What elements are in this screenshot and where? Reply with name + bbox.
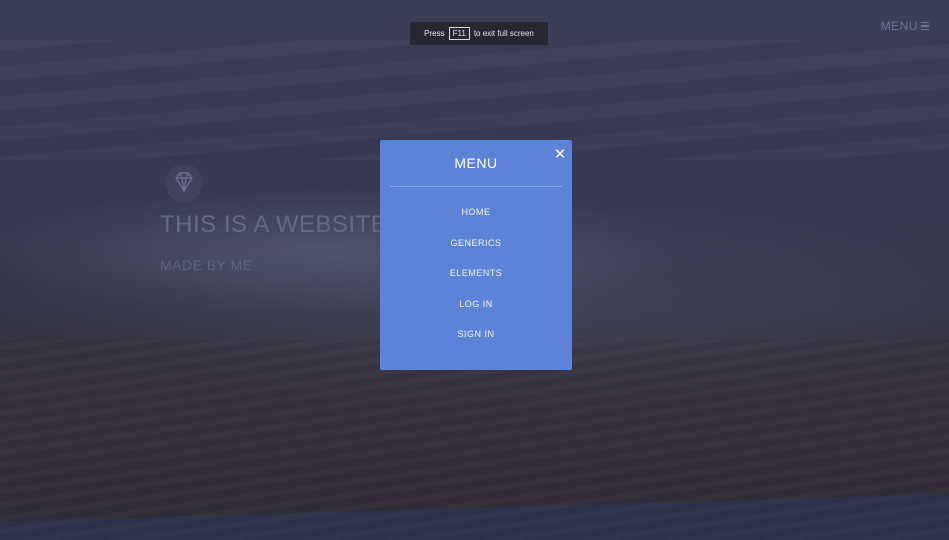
menu-trigger-label: MENU — [880, 19, 918, 33]
page-background: Press F11 to exit full screen MENU THIS … — [0, 0, 949, 540]
menu-list: HOME GENERICS ELEMENTS LOG IN SIGN IN — [380, 204, 572, 357]
menu-item-home[interactable]: HOME — [380, 204, 572, 235]
menu-title: MENU — [454, 155, 498, 171]
fullscreen-notice-suffix: to exit full screen — [473, 29, 534, 38]
diamond-icon — [162, 163, 206, 203]
close-icon[interactable]: ✕ — [553, 147, 567, 162]
menu-trigger-button[interactable]: MENU — [881, 19, 929, 33]
menu-item-log-in[interactable]: LOG IN — [380, 296, 572, 327]
hero-title: THIS IS A WEBSITE — [160, 211, 388, 238]
menu-item-elements[interactable]: ELEMENTS — [380, 265, 572, 296]
fullscreen-notice-prefix: Press — [424, 29, 445, 38]
bottom-band — [0, 494, 949, 540]
fullscreen-notice-key: F11 — [448, 27, 470, 40]
fullscreen-notice: Press F11 to exit full screen — [410, 22, 548, 45]
menu-divider — [390, 186, 562, 187]
hero-subtitle: MADE BY ME — [160, 257, 253, 273]
menu-item-generics[interactable]: GENERICS — [380, 235, 572, 266]
hamburger-icon — [921, 21, 929, 31]
menu-item-sign-in[interactable]: SIGN IN — [380, 326, 572, 357]
menu-panel: MENU ✕ HOME GENERICS ELEMENTS LOG IN SIG… — [380, 140, 572, 370]
